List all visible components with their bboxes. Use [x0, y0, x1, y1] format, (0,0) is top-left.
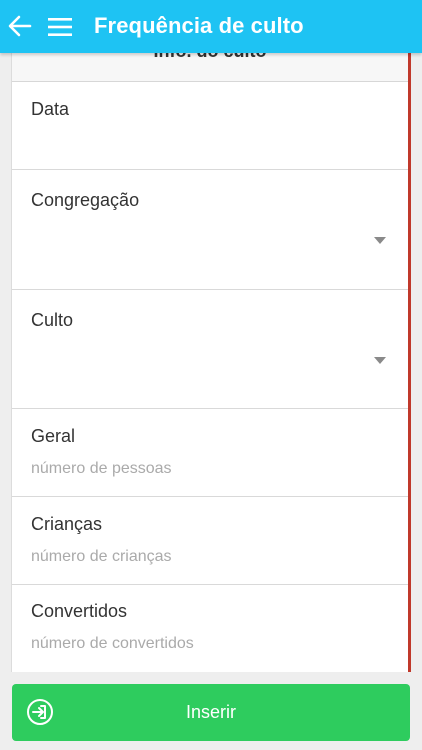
- congregacao-select[interactable]: [31, 224, 396, 260]
- field-culto[interactable]: Culto: [12, 290, 408, 409]
- culto-select[interactable]: [31, 344, 396, 380]
- field-geral-label: Geral: [31, 426, 76, 446]
- menu-button[interactable]: [46, 13, 74, 41]
- field-data[interactable]: Data: [12, 82, 408, 170]
- sign-in-icon: [27, 699, 53, 725]
- convertidos-input[interactable]: número de convertidos: [31, 635, 194, 653]
- chevron-down-icon: [374, 357, 386, 364]
- form-card: Info. do culto Data Congregação Culto Ge…: [11, 53, 411, 672]
- field-convertidos[interactable]: Convertidos número de convertidos: [12, 585, 408, 672]
- field-criancas-label: Crianças: [31, 514, 103, 534]
- field-criancas[interactable]: Crianças número de crianças: [12, 497, 408, 585]
- field-data-label: Data: [31, 99, 70, 119]
- hamburger-menu-icon: [48, 18, 72, 36]
- field-culto-label: Culto: [31, 310, 74, 330]
- field-congregacao[interactable]: Congregação: [12, 170, 408, 290]
- app-bar: Frequência de culto: [0, 0, 422, 53]
- geral-input[interactable]: número de pessoas: [31, 460, 172, 478]
- field-geral[interactable]: Geral número de pessoas: [12, 409, 408, 497]
- date-input[interactable]: [31, 126, 396, 162]
- section-header: Info. do culto: [12, 53, 408, 82]
- chevron-down-icon: [374, 237, 386, 244]
- insert-button-label: Inserir: [185, 702, 236, 722]
- back-button[interactable]: [6, 11, 34, 41]
- criancas-input[interactable]: número de crianças: [31, 548, 172, 566]
- field-convertidos-label: Convertidos: [31, 601, 128, 621]
- section-title: Info. do culto: [12, 53, 408, 62]
- arrow-left-icon: [8, 15, 32, 37]
- insert-button[interactable]: Inserir: [12, 684, 410, 741]
- page-title: Frequência de culto: [94, 13, 304, 38]
- field-congregacao-label: Congregação: [31, 190, 140, 210]
